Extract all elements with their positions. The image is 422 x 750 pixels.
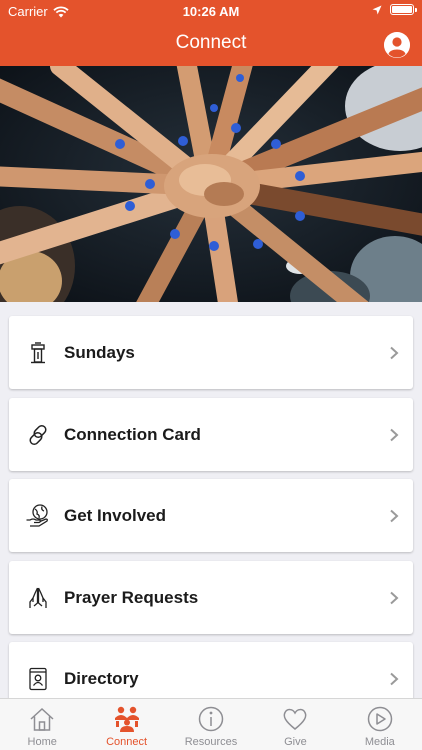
- heart-icon: [283, 708, 307, 730]
- people-icon: [114, 706, 139, 732]
- tab-home[interactable]: Home: [0, 699, 84, 750]
- menu-item-label: Directory: [64, 669, 139, 688]
- tab-give[interactable]: Give: [253, 699, 337, 750]
- menu-item-label: Sundays: [64, 343, 135, 362]
- chevron-right-icon: [390, 428, 399, 442]
- globe-hand-icon: [26, 504, 48, 527]
- menu-item-label: Prayer Requests: [64, 588, 199, 607]
- page-title: Connect: [175, 32, 247, 53]
- directory-book-icon: [29, 667, 47, 691]
- menu-item-connection-card[interactable]: Connection Card: [9, 398, 413, 471]
- stacked-hands-illustration: [0, 66, 422, 302]
- tab-resources[interactable]: Resources: [169, 699, 253, 750]
- tab-media[interactable]: Media: [338, 699, 422, 750]
- info-icon: [198, 706, 224, 732]
- tab-label: Connect: [106, 736, 148, 748]
- tab-label: Home: [27, 736, 57, 748]
- tab-label: Give: [284, 736, 307, 748]
- play-icon: [367, 706, 393, 732]
- profile-button[interactable]: [384, 32, 410, 58]
- menu-item-label: Connection Card: [64, 425, 201, 444]
- connect-menu: Sundays Connection Card Get Involved Pra…: [0, 302, 422, 698]
- pulpit-icon: [31, 342, 45, 364]
- praying-hands-icon: [29, 587, 47, 608]
- app-header: Carrier 10:26 AM Connect: [0, 0, 422, 66]
- tab-label: Resources: [184, 736, 238, 748]
- status-right: [372, 4, 417, 15]
- battery-icon: [390, 4, 417, 15]
- menu-item-sundays[interactable]: Sundays: [9, 316, 413, 389]
- user-avatar-icon: [384, 32, 410, 58]
- tab-bar: Home Connect Resources Give Media: [0, 698, 422, 750]
- menu-item-prayer-requests[interactable]: Prayer Requests: [9, 561, 413, 634]
- menu-item-label: Get Involved: [64, 506, 167, 525]
- status-time: 10:26 AM: [182, 4, 240, 19]
- chevron-right-icon: [390, 509, 399, 523]
- status-bar: Carrier 10:26 AM: [0, 0, 422, 22]
- menu-item-get-involved[interactable]: Get Involved: [9, 479, 413, 552]
- home-icon: [30, 707, 54, 731]
- hero-image: [0, 66, 422, 302]
- tab-connect[interactable]: Connect: [84, 699, 168, 750]
- chevron-right-icon: [390, 672, 399, 686]
- chevron-right-icon: [390, 591, 399, 605]
- chevron-right-icon: [390, 346, 399, 360]
- tab-label: Media: [364, 736, 395, 748]
- menu-item-directory[interactable]: Directory: [9, 642, 413, 698]
- location-arrow-icon: [372, 5, 382, 14]
- link-icon: [29, 424, 47, 446]
